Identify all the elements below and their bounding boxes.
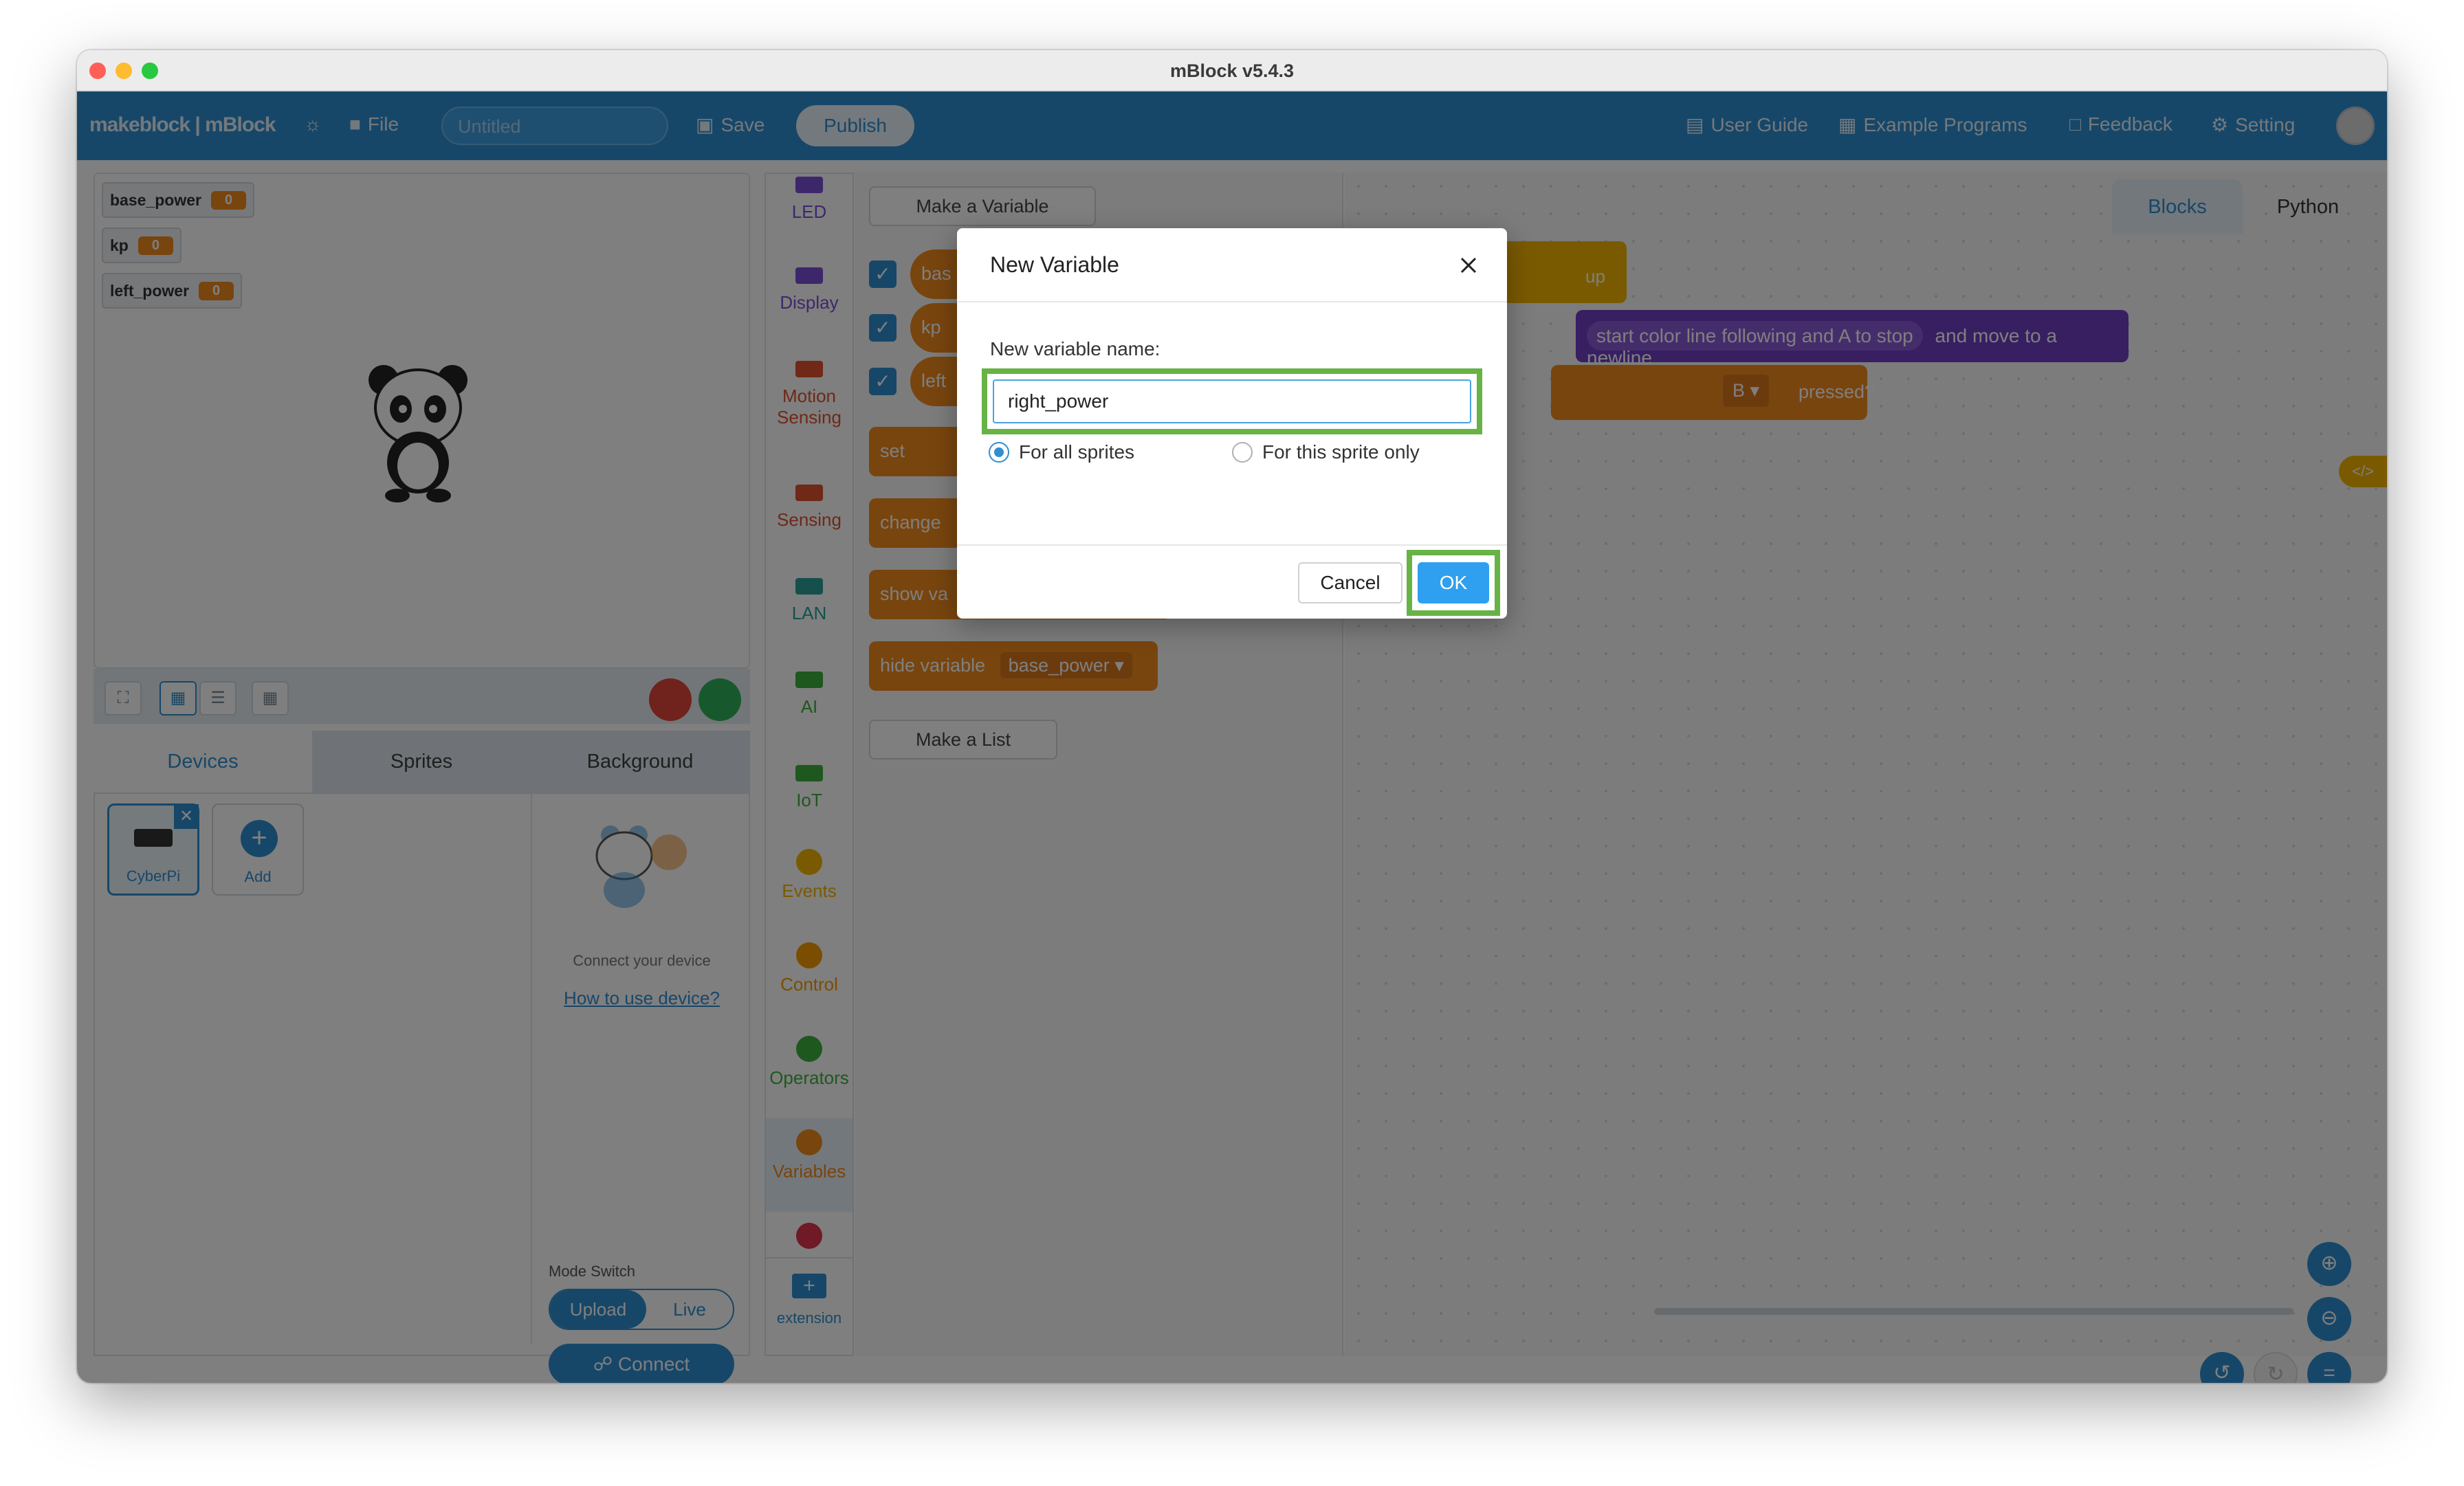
new-variable-dialog: New Variable New variable name: For all … bbox=[957, 228, 1507, 619]
title-bar: mBlock v5.4.3 bbox=[77, 50, 2387, 91]
cancel-button[interactable]: Cancel bbox=[1298, 562, 1402, 603]
dialog-header: New Variable bbox=[957, 228, 1507, 302]
radio-for-all-label: For all sprites bbox=[1019, 441, 1135, 463]
ok-button[interactable]: OK bbox=[1418, 562, 1489, 603]
variable-name-highlight bbox=[982, 368, 1482, 434]
radio-for-this-sprite[interactable]: For this sprite only bbox=[1232, 441, 1420, 463]
radio-this-sprite-label: For this sprite only bbox=[1262, 441, 1420, 463]
ok-button-highlight: OK bbox=[1407, 550, 1500, 616]
radio-unselected-icon[interactable] bbox=[1232, 442, 1253, 463]
radio-selected-icon[interactable] bbox=[989, 442, 1009, 463]
variable-name-label: New variable name: bbox=[990, 338, 1160, 359]
variable-name-input[interactable] bbox=[993, 379, 1471, 423]
window-title: mBlock v5.4.3 bbox=[1169, 60, 1295, 81]
radio-for-all-sprites[interactable]: For all sprites bbox=[989, 441, 1134, 463]
dialog-title: New Variable bbox=[990, 252, 1119, 277]
dialog-footer-divider bbox=[957, 544, 1507, 546]
close-icon[interactable] bbox=[1455, 252, 1482, 279]
